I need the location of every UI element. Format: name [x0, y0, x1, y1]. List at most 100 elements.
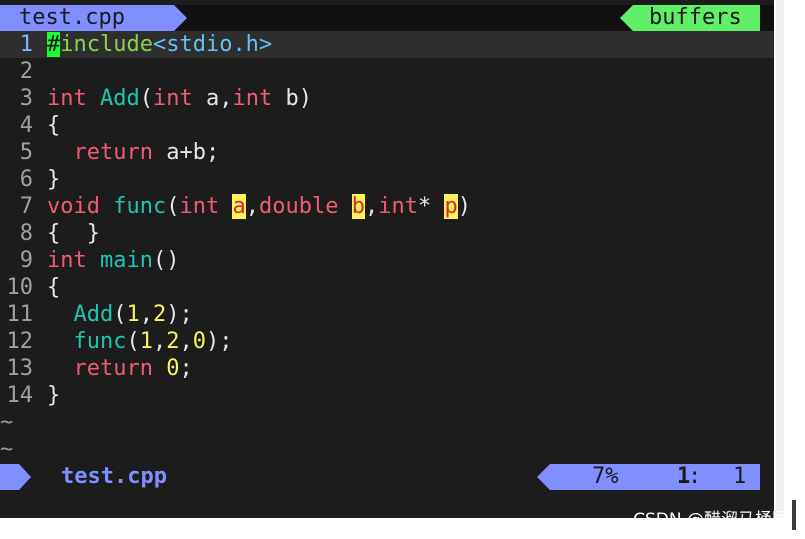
code-token: 0	[166, 356, 180, 381]
code-token: include	[60, 32, 153, 57]
line-code: func(1,2,0);	[47, 328, 233, 355]
line-number: 14	[6, 383, 34, 408]
screenshot-frame: test.cpp buffers 1 #include<stdio.h> 2 3 int…	[0, 0, 805, 539]
code-token: 0	[192, 329, 206, 354]
line-code: }	[47, 166, 60, 193]
code-token: ,	[152, 329, 167, 354]
code-token: ()	[152, 248, 180, 273]
scrollbar-thumb[interactable]	[792, 500, 796, 530]
status-filename: test.cpp	[61, 464, 167, 489]
cursor-position: 7% 1 : 1	[537, 464, 760, 490]
line-code: return 0;	[47, 355, 193, 382]
tab-label: test.cpp	[19, 5, 125, 30]
code-token: main	[100, 248, 153, 273]
code-token: ,	[139, 302, 153, 327]
line-code: {	[47, 112, 60, 139]
code-token: }	[47, 167, 61, 192]
code-line[interactable]: 7 void func(int a,double b,int* p)	[0, 193, 774, 220]
line-code: int Add(int a,int b)	[47, 85, 312, 112]
code-token: a,	[192, 86, 233, 111]
code-token: a+b;	[152, 140, 220, 165]
code-token: int	[153, 86, 193, 111]
code-line[interactable]: 14}	[0, 382, 774, 409]
line-code: void func(int a,double b,int* p)	[47, 193, 471, 220]
code-token: {	[47, 275, 61, 300]
code-line[interactable]: 3 int Add(int a,int b)	[0, 85, 774, 112]
line-number: 5	[19, 140, 33, 165]
line-code: int main()	[47, 247, 179, 274]
code-token: return	[73, 356, 153, 381]
csdn-watermark: CSDN @醋溜马桶圈	[633, 510, 789, 530]
code-line[interactable]: 4{	[0, 112, 774, 139]
code-token: )	[457, 194, 471, 219]
code-token: func	[113, 194, 167, 219]
tab-test-cpp[interactable]: test.cpp	[0, 5, 187, 31]
line-number: 4	[19, 113, 33, 138]
vim-terminal[interactable]: test.cpp buffers 1 #include<stdio.h> 2 3 int…	[0, 0, 774, 518]
code-token: 1	[126, 302, 140, 327]
scrollbar-track[interactable]	[776, 0, 784, 518]
code-token: void	[47, 194, 100, 219]
code-token: b	[351, 194, 365, 219]
empty-line-marker: ~	[0, 409, 774, 436]
code-line[interactable]: 8 { }	[0, 220, 774, 247]
line-number: 2	[19, 59, 33, 84]
position-separator: :	[688, 464, 702, 489]
line-number: 8	[19, 221, 33, 246]
line-number: 7	[19, 194, 33, 219]
code-token: double	[258, 194, 339, 219]
code-line[interactable]: 2	[0, 58, 774, 85]
code-token: 2	[166, 329, 180, 354]
code-line[interactable]: 6}	[0, 166, 774, 193]
buffers-indicator[interactable]: buffers	[620, 5, 760, 31]
code-token: ,	[364, 194, 379, 219]
code-token: ,	[179, 329, 193, 354]
code-line[interactable]: 10 {	[0, 274, 774, 301]
code-line[interactable]: 12 func(1,2,0);	[0, 328, 774, 355]
code-line[interactable]: 11 Add(1,2);	[0, 301, 774, 328]
code-token: (	[113, 302, 127, 327]
tilde-marker: ~	[0, 410, 14, 435]
line-number: 6	[19, 167, 33, 192]
code-token: Add	[100, 86, 140, 111]
code-token: (	[126, 329, 140, 354]
code-editor[interactable]: 1 #include<stdio.h> 2 3 int Add(int a,int b)…	[0, 31, 774, 463]
code-token: return	[73, 140, 153, 165]
code-token: 2	[153, 302, 167, 327]
code-line[interactable]: 1 #include<stdio.h>	[0, 31, 774, 58]
text-cursor: #	[47, 32, 61, 57]
buffers-label: buffers	[649, 5, 742, 30]
code-token: ;	[179, 356, 193, 381]
line-number: 12	[6, 329, 34, 354]
code-token: a	[232, 194, 246, 219]
cursor-column: 1	[733, 464, 747, 489]
code-token: );	[166, 302, 193, 327]
code-token: <stdio.h>	[152, 32, 273, 57]
line-code: #include<stdio.h>	[47, 31, 272, 58]
code-line[interactable]: 13 return 0;	[0, 355, 774, 382]
line-code: {	[47, 274, 60, 301]
line-number: 3	[19, 86, 33, 111]
line-number: 10	[6, 275, 34, 300]
tilde-marker: ~	[0, 437, 14, 462]
code-token: p	[444, 194, 458, 219]
code-line[interactable]: 9 int main()	[0, 247, 774, 274]
code-token: (	[166, 194, 180, 219]
line-code: { }	[47, 220, 100, 247]
code-token: 1	[139, 329, 153, 354]
code-line[interactable]: 5 return a+b;	[0, 139, 774, 166]
line-code: }	[47, 382, 60, 409]
line-number: 1	[19, 32, 33, 57]
code-token: );	[205, 329, 233, 354]
code-token: b)	[272, 86, 312, 111]
code-token: ,	[245, 194, 259, 219]
code-token: int	[47, 248, 87, 273]
